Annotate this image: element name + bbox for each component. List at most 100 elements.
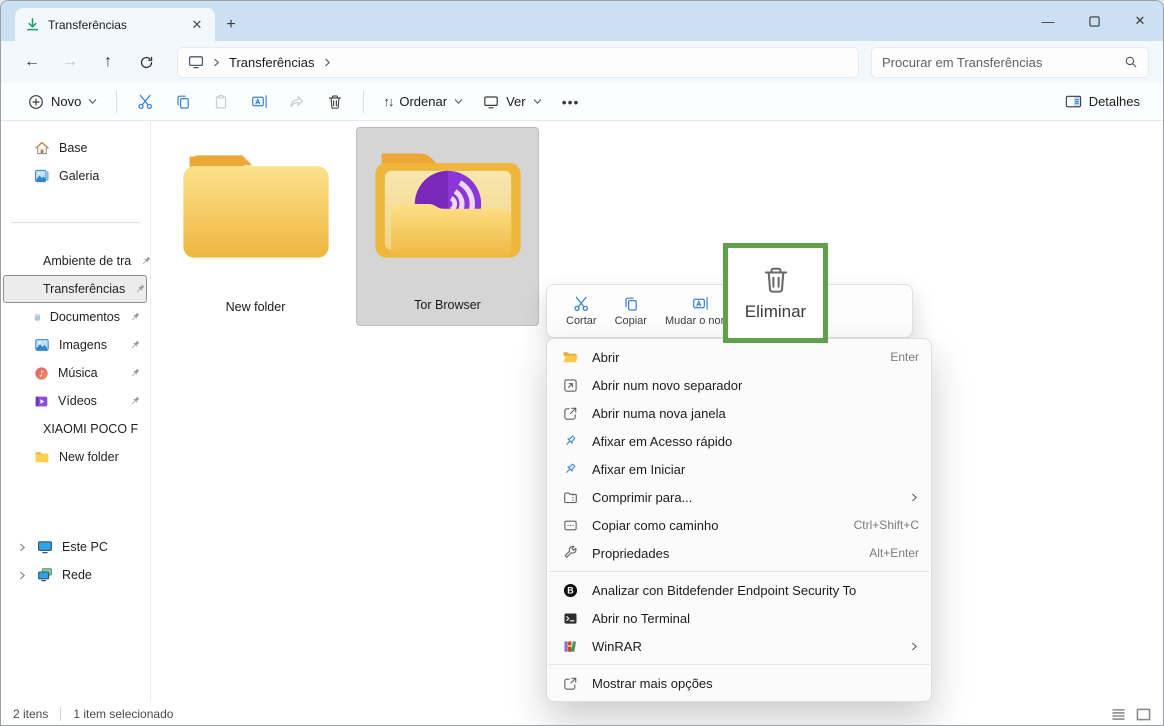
menu-item-label: Mostrar mais opções: [592, 676, 713, 691]
rename-icon: [692, 295, 709, 312]
menu-item-abrir-terminal[interactable]: Abrir no Terminal: [547, 604, 931, 632]
submenu-arrow-icon: [910, 642, 919, 651]
folder-open-tor-icon: [372, 144, 524, 264]
sidebar-item-este-pc[interactable]: Este PC: [3, 533, 147, 561]
cut-button[interactable]: [127, 87, 163, 117]
file-tile-new-folder[interactable]: New folder: [164, 128, 347, 327]
sort-icon: ↑↓: [383, 94, 392, 109]
tab-transferencias[interactable]: Transferências ✕: [15, 8, 215, 41]
details-pane-button[interactable]: Detalhes: [1056, 87, 1149, 117]
menu-divider: [548, 664, 930, 665]
menu-item-abrir-novo-separador[interactable]: Abrir num novo separador: [547, 371, 931, 399]
annotation-highlight-eliminar[interactable]: Eliminar: [723, 243, 828, 343]
video-icon: [34, 394, 49, 409]
menu-item-label: Copiar como caminho: [592, 518, 718, 533]
tab-bar: Transferências ✕ + — ✕: [1, 1, 1163, 41]
copy-icon: [623, 296, 639, 312]
sidebar-item-label: Rede: [62, 568, 92, 582]
sidebar-item-label: XIAOMI POCO F: [43, 422, 138, 436]
annotation-label: Eliminar: [745, 302, 806, 322]
context-menu: Abrir Enter Abrir num novo separador Abr…: [546, 338, 932, 702]
status-divider: [60, 707, 61, 721]
menu-item-label: Afixar em Acesso rápido: [592, 434, 732, 449]
sidebar-item-documentos[interactable]: Documentos: [3, 303, 147, 331]
menu-item-winrar[interactable]: WinRAR: [547, 632, 931, 660]
sidebar-item-videos[interactable]: Vídeos: [3, 387, 147, 415]
delete-button[interactable]: [317, 87, 353, 117]
sidebar-item-ambiente-de-trabalho[interactable]: Ambiente de tra: [3, 247, 147, 275]
menu-item-label: Afixar em Iniciar: [592, 462, 685, 477]
search-box: [871, 47, 1149, 78]
menu-item-propriedades[interactable]: Propriedades Alt+Enter: [547, 539, 931, 567]
sidebar-item-galeria[interactable]: Galeria: [3, 162, 147, 190]
tab-close-icon[interactable]: ✕: [187, 15, 207, 35]
share-button[interactable]: [279, 87, 315, 117]
sidebar-item-label: Galeria: [59, 169, 99, 183]
command-bar: Novo ↑↓ Ordenar Ver: [1, 83, 1163, 121]
forward-icon[interactable]: →: [53, 46, 87, 78]
chevron-down-icon: [88, 97, 97, 106]
toolbar-divider: [363, 91, 364, 113]
address-bar[interactable]: Transferências: [177, 47, 859, 78]
menu-item-label: Abrir: [592, 350, 619, 365]
trash-icon: [761, 265, 791, 295]
scissors-icon: [573, 295, 590, 312]
menu-item-afixar-acesso-rapido[interactable]: Afixar em Acesso rápido: [547, 427, 931, 455]
rename-button[interactable]: [241, 87, 277, 117]
list-view-icon[interactable]: [1111, 708, 1126, 721]
menu-item-afixar-iniciar[interactable]: Afixar em Iniciar: [547, 455, 931, 483]
chevron-right-icon[interactable]: [16, 571, 28, 580]
sort-button[interactable]: ↑↓ Ordenar: [374, 87, 472, 117]
search-input[interactable]: [882, 55, 1124, 70]
new-button[interactable]: Novo: [19, 87, 106, 117]
sidebar-item-new-folder[interactable]: New folder: [3, 443, 147, 471]
menu-item-label: Abrir num novo separador: [592, 378, 742, 393]
sidebar-item-xiaomi-poco[interactable]: XIAOMI POCO F: [3, 415, 147, 443]
sidebar-item-imagens[interactable]: Imagens: [3, 331, 147, 359]
file-tile-tor-browser[interactable]: Tor Browser: [356, 127, 539, 326]
sidebar-item-label: Este PC: [62, 540, 108, 554]
details-pane-icon: [1065, 94, 1082, 109]
minimize-icon[interactable]: —: [1025, 1, 1071, 41]
bitdefender-icon: B: [561, 583, 579, 598]
menu-item-bitdefender[interactable]: B Analizar con Bitdefender Endpoint Secu…: [547, 576, 931, 604]
close-icon[interactable]: ✕: [1117, 1, 1163, 41]
view-button[interactable]: Ver: [474, 87, 551, 117]
new-tab-button[interactable]: +: [215, 8, 247, 41]
quick-copy-button[interactable]: Copiar: [606, 287, 656, 335]
menu-item-label: Analizar con Bitdefender Endpoint Securi…: [592, 583, 856, 598]
sidebar-item-transferencias[interactable]: Transferências: [3, 275, 147, 303]
up-icon[interactable]: ↑: [91, 46, 125, 78]
properties-wrench-icon: [561, 546, 579, 561]
sidebar-item-rede[interactable]: Rede: [3, 561, 147, 589]
menu-item-abrir[interactable]: Abrir Enter: [547, 343, 931, 371]
menu-divider: [548, 571, 930, 572]
maximize-icon[interactable]: [1071, 1, 1117, 41]
quick-cut-button[interactable]: Cortar: [557, 287, 606, 335]
search-icon[interactable]: [1124, 55, 1138, 69]
menu-item-mostrar-mais-opcoes[interactable]: Mostrar mais opções: [547, 669, 931, 697]
menu-item-abrir-nova-janela[interactable]: Abrir numa nova janela: [547, 399, 931, 427]
refresh-icon[interactable]: [129, 46, 163, 78]
toolbar-divider: [116, 91, 117, 113]
sidebar-item-musica[interactable]: ♪ Música: [3, 359, 147, 387]
more-options-button[interactable]: •••: [553, 87, 589, 117]
download-icon: [25, 17, 40, 32]
menu-item-copiar-como-caminho[interactable]: Copiar como caminho Ctrl+Shift+C: [547, 511, 931, 539]
menu-item-comprimir-para[interactable]: Comprimir para...: [547, 483, 931, 511]
file-name: Tor Browser: [414, 298, 481, 312]
paste-button[interactable]: [203, 87, 239, 117]
pin-icon: [134, 283, 146, 295]
pin-icon: [129, 395, 141, 407]
chevron-right-icon[interactable]: [16, 543, 28, 552]
back-icon[interactable]: ←: [15, 46, 49, 78]
copy-button[interactable]: [165, 87, 201, 117]
music-icon: ♪: [34, 366, 49, 381]
pin-icon: [129, 367, 141, 379]
sidebar-item-base[interactable]: Base: [3, 134, 147, 162]
quick-cut-label: Cortar: [566, 315, 597, 327]
thumbnail-view-icon[interactable]: [1136, 708, 1151, 721]
breadcrumb-item[interactable]: Transferências: [229, 55, 315, 70]
menu-item-label: Abrir numa nova janela: [592, 406, 726, 421]
sidebar-item-label: Ambiente de tra: [43, 254, 131, 268]
